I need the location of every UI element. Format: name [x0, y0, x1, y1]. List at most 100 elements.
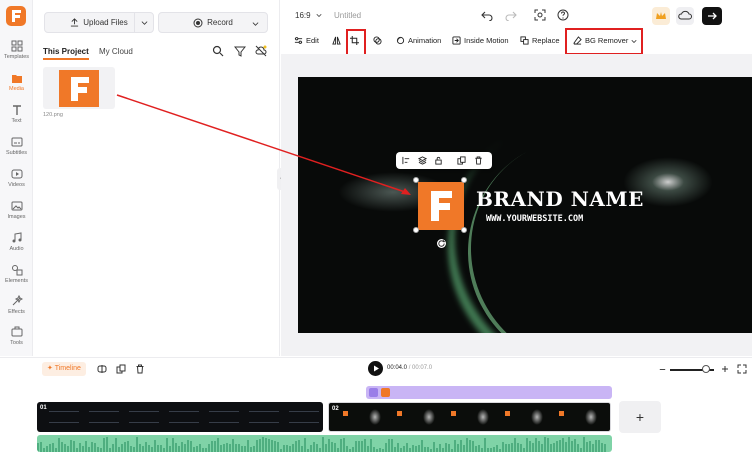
project-title[interactable]: Untitled — [334, 11, 361, 20]
waveform-bar — [517, 442, 519, 452]
waveform-bar — [211, 440, 213, 452]
rail-item-videos[interactable]: Videos — [0, 168, 33, 188]
waveform-bar — [82, 446, 84, 452]
tab-my-cloud[interactable]: My Cloud — [99, 47, 133, 56]
play-button[interactable] — [368, 361, 383, 376]
selected-logo[interactable] — [418, 182, 464, 230]
clip-frame-logo — [505, 411, 510, 416]
tools-icon — [11, 326, 22, 337]
trash-icon[interactable] — [135, 364, 145, 374]
layers-icon[interactable] — [418, 156, 427, 165]
mask-button[interactable] — [373, 36, 382, 45]
export-button[interactable] — [702, 7, 722, 25]
rail-item-templates[interactable]: Templates — [0, 40, 33, 60]
rail-item-text[interactable]: Text — [0, 104, 33, 124]
waveform-bar — [418, 445, 420, 452]
waveform-bar — [64, 444, 66, 452]
waveform-bar — [160, 444, 162, 452]
waveform-bar — [460, 440, 462, 452]
video-clip-01[interactable]: 01 — [37, 402, 323, 432]
waveform-bar — [151, 447, 153, 452]
brand-name-text[interactable]: BRAND NAME — [476, 187, 644, 211]
audio-track[interactable] — [37, 435, 612, 452]
waveform-bar — [124, 442, 126, 452]
split-icon[interactable] — [97, 364, 107, 374]
waveform-bar — [316, 443, 318, 452]
waveform-bar — [433, 441, 435, 452]
website-text[interactable]: WWW.YOURWEBSITE.COM — [486, 214, 583, 224]
rail-item-elements[interactable]: Elements — [0, 264, 33, 284]
record-button[interactable]: Record — [158, 12, 268, 33]
waveform-bar — [445, 443, 447, 452]
screenshot-icon[interactable] — [534, 9, 546, 21]
waveform-bar — [409, 448, 411, 452]
duplicate-icon[interactable] — [457, 156, 466, 165]
waveform-bar — [169, 446, 171, 452]
replace-button[interactable]: Replace — [520, 36, 560, 45]
waveform-bar — [541, 443, 543, 452]
resize-handle[interactable] — [461, 227, 467, 233]
waveform-bar — [220, 445, 222, 452]
edit-button[interactable]: Edit — [294, 36, 319, 45]
aspect-ratio-select[interactable]: 16:9 — [295, 11, 322, 20]
waveform-bar — [46, 446, 48, 452]
flip-button[interactable] — [332, 36, 341, 45]
filter-icon[interactable] — [234, 45, 246, 57]
rail-item-audio[interactable]: Audio — [0, 232, 33, 252]
inside-motion-label: Inside Motion — [464, 36, 509, 45]
animation-button[interactable]: Animation — [396, 36, 441, 45]
rotate-handle[interactable] — [437, 239, 446, 248]
redo-icon[interactable] — [505, 9, 517, 21]
video-stage[interactable]: BRAND NAME WWW.YOURWEBSITE.COM — [298, 77, 752, 333]
inside-motion-button[interactable]: Inside Motion — [452, 36, 509, 45]
media-thumbnail[interactable] — [43, 67, 115, 109]
video-clip-02[interactable]: 02 — [328, 402, 611, 432]
rail-item-effects[interactable]: Effects — [0, 295, 33, 315]
lock-icon[interactable] — [434, 156, 443, 165]
upgrade-button[interactable] — [652, 7, 670, 25]
left-rail: Templates Media Text Subtitles Videos Im… — [0, 0, 33, 356]
waveform-bar — [487, 448, 489, 452]
waveform-bar — [250, 447, 252, 452]
help-icon[interactable] — [557, 9, 569, 21]
rail-item-images[interactable]: Images — [0, 200, 33, 220]
cloud-off-icon[interactable] — [255, 45, 267, 57]
trash-icon[interactable] — [474, 156, 483, 165]
waveform-bar — [475, 445, 477, 452]
total-time: 00:07.0 — [412, 365, 433, 371]
add-clip-button[interactable]: + — [619, 401, 661, 433]
waveform-bar — [391, 438, 393, 452]
upload-dropdown-button[interactable] — [134, 12, 154, 33]
waveform-bar — [181, 441, 183, 452]
duplicate-icon[interactable] — [116, 364, 126, 374]
resize-handle[interactable] — [461, 177, 467, 183]
waveform-bar — [334, 443, 336, 452]
search-icon[interactable] — [212, 45, 224, 57]
rail-item-subtitles[interactable]: Subtitles — [0, 136, 33, 156]
rail-item-media[interactable]: Media — [0, 72, 33, 92]
waveform-bar — [457, 443, 459, 452]
undo-icon[interactable] — [481, 9, 493, 21]
timeline-tab[interactable]: ✦ Timeline — [42, 362, 86, 376]
rail-item-tools[interactable]: Tools — [0, 326, 33, 346]
overlay-track-clip[interactable] — [366, 386, 612, 399]
fit-icon[interactable] — [737, 364, 747, 374]
waveform-bar — [568, 437, 570, 452]
waveform-bar — [172, 438, 174, 452]
waveform-bar — [427, 447, 429, 452]
waveform-bar — [478, 444, 480, 452]
waveform-bar — [145, 442, 147, 452]
rail-label: Elements — [5, 278, 28, 284]
zoom-in-icon[interactable] — [720, 364, 730, 374]
resize-handle[interactable] — [413, 177, 419, 183]
zoom-out-icon[interactable] — [658, 365, 667, 374]
rail-label: Effects — [8, 309, 25, 315]
tab-this-project[interactable]: This Project — [43, 47, 89, 60]
zoom-slider-knob[interactable] — [702, 365, 710, 373]
waveform-bar — [232, 438, 234, 452]
time-ruler[interactable] — [33, 378, 752, 384]
align-icon[interactable] — [402, 156, 411, 165]
resize-handle[interactable] — [413, 227, 419, 233]
cloud-save-button[interactable] — [676, 7, 694, 25]
play-icon — [374, 365, 379, 372]
